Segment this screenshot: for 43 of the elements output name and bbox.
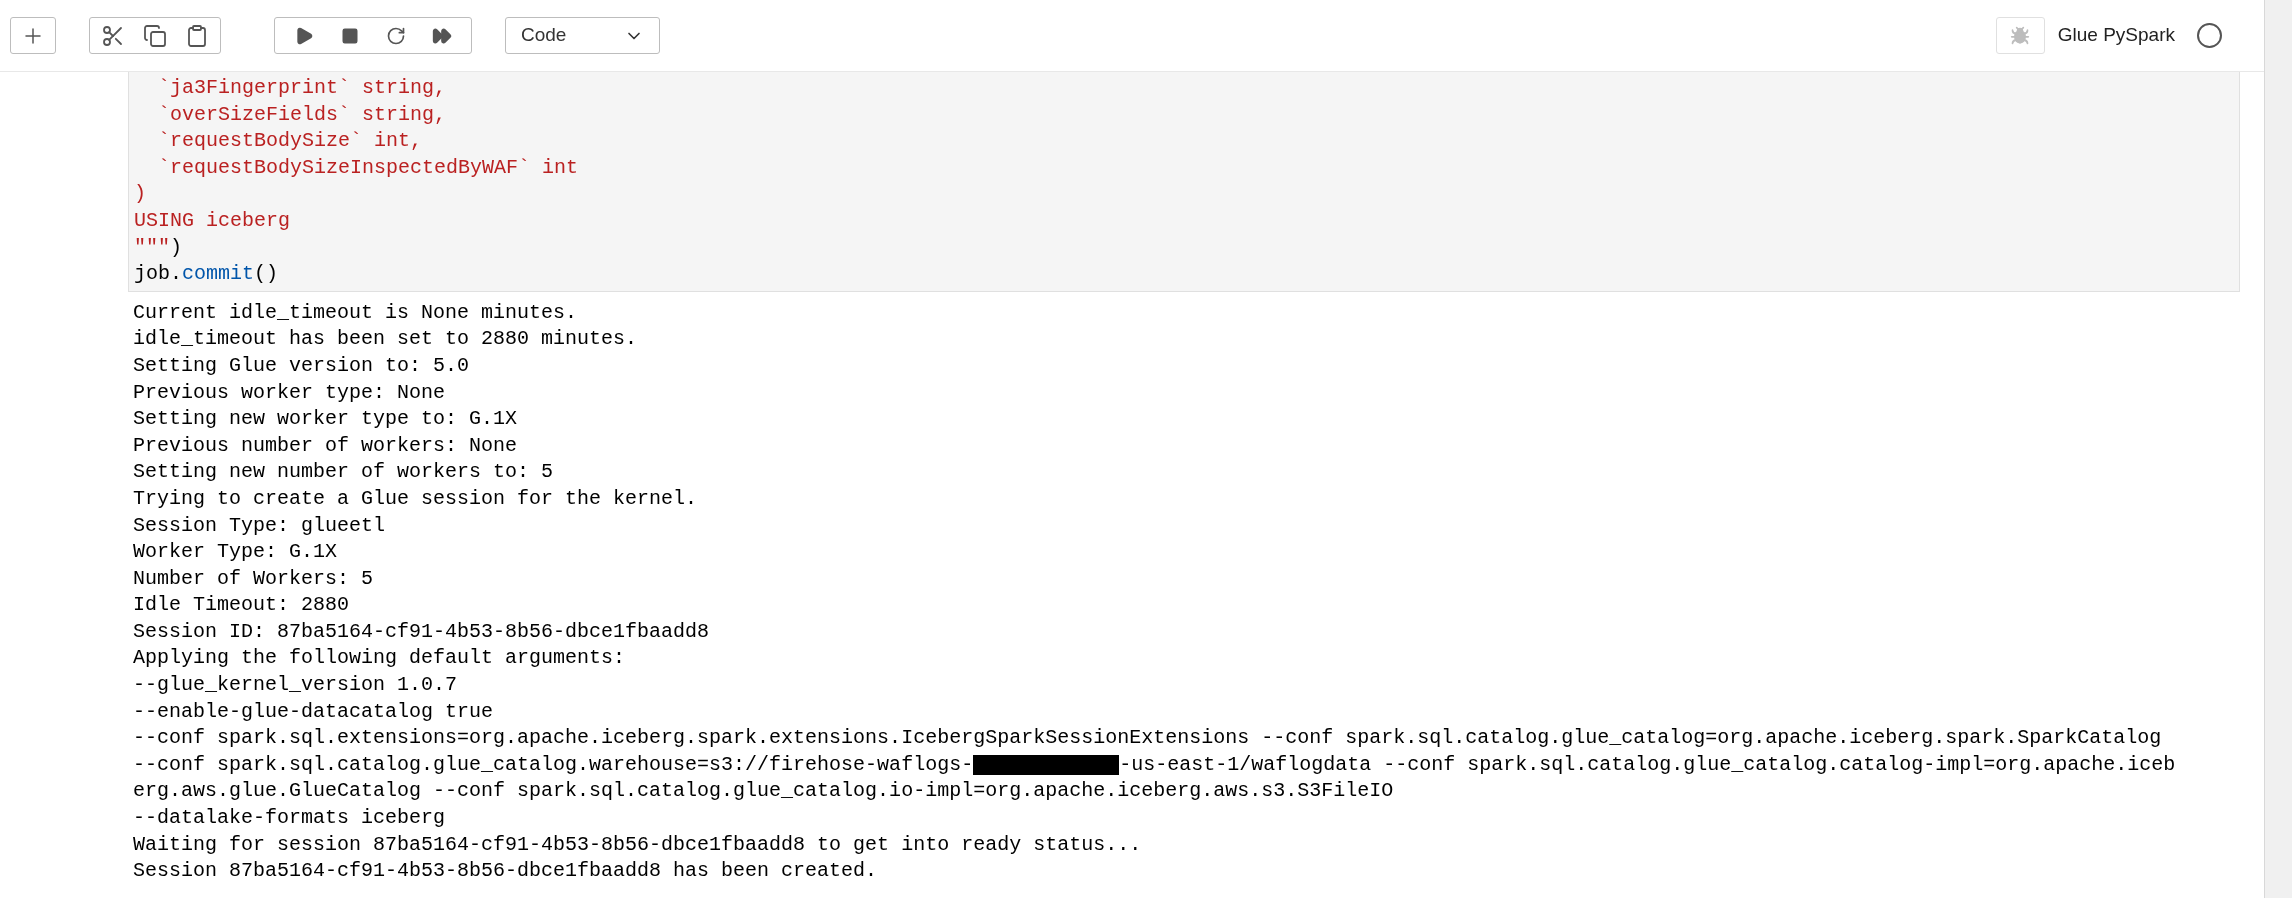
clipboard-icon (185, 23, 209, 48)
stop-icon (341, 26, 359, 45)
output-line: erg.aws.glue.GlueCatalog --conf spark.sql.catalog.glue_catalog.io-impl=org.apache.iceberg.aws.s3.S3FileIO (133, 778, 1395, 805)
kernel-name: Glue PySpark (2057, 23, 2175, 48)
play-icon (294, 25, 314, 46)
code-line: USING iceberg (134, 207, 292, 234)
output-line: Session ID: 87ba5164-cf91-4b53-8b56-dbce1fbaadd8 (133, 618, 711, 645)
code-line: job.commit() (134, 261, 280, 288)
code-line: ) (134, 181, 147, 208)
add-cell-button[interactable] (10, 17, 56, 54)
output-line: Session 87ba5164-cf91-4b53-8b56-dbce1fbaadd8 has been created. (133, 858, 879, 885)
code-line: `ja3Fingerprint` string, (157, 75, 448, 101)
output-line: Idle Timeout: 2880 (133, 592, 351, 619)
code-line: `requestBodySize` int, (157, 128, 424, 155)
output-line: --conf spark.sql.extensions=org.apache.iceberg.spark.extensions.IcebergSparkSessionExtensions --conf spark.sql.catalog.glue_catalog=org.apache.iceberg.spark.SparkCatalog (133, 725, 2163, 752)
output-line: Setting Glue version to: 5.0 (133, 352, 471, 379)
output-line: Number of Workers: 5 (133, 565, 375, 592)
output-line: --datalake-formats iceberg (133, 805, 447, 832)
output-line: Worker Type: G.1X (133, 539, 339, 566)
bug-icon (2010, 25, 2031, 46)
code-line: """) (134, 234, 184, 261)
output-line: Trying to create a Glue session for the kernel. (133, 485, 699, 512)
code-editor[interactable]: `ja3Fingerprint` string, `overSizeFields` string, `requestBodySize` int, `requestBodySizeInspectedByWAF` int ) USING iceberg """) job.commit() (128, 72, 2240, 292)
output-line: Session Type: glueetl (133, 512, 387, 539)
output-line: Current idle_timeout is None minutes. (133, 299, 579, 326)
cell-type-dropdown[interactable]: Code (505, 17, 660, 54)
copy-icon (143, 23, 167, 48)
output-line: Waiting for session 87ba5164-cf91-4b53-8b56-dbce1fbaadd8 to get into ready status... (133, 831, 1143, 858)
output-line: -us-east-1/waflogdata --conf spark.sql.catalog.glue_catalog.catalog-impl=org.apache.iceb (1119, 751, 2176, 778)
restart-icon (386, 25, 406, 46)
fast-forward-icon (432, 25, 452, 46)
output-line: Applying the following default arguments: (133, 645, 627, 672)
output-line: --glue_kernel_version 1.0.7 (133, 672, 459, 699)
code-line: `overSizeFields` string, (157, 101, 448, 128)
code-line: `requestBodySizeInspectedByWAF` int (157, 154, 580, 181)
output-line: Setting new number of workers to: 5 (133, 459, 555, 486)
output-line: Previous worker type: None (133, 379, 447, 406)
output-line: Setting new worker type to: G.1X (133, 406, 519, 433)
output-line: Previous number of workers: None (133, 432, 519, 459)
output-line: --conf spark.sql.catalog.glue_catalog.warehouse=s3://firehose-waflogs- (133, 751, 974, 778)
scissors-icon (101, 23, 125, 48)
output-line: idle_timeout has been set to 2880 minutes. (133, 326, 639, 353)
output-line: --enable-glue-datacatalog true (133, 698, 495, 725)
